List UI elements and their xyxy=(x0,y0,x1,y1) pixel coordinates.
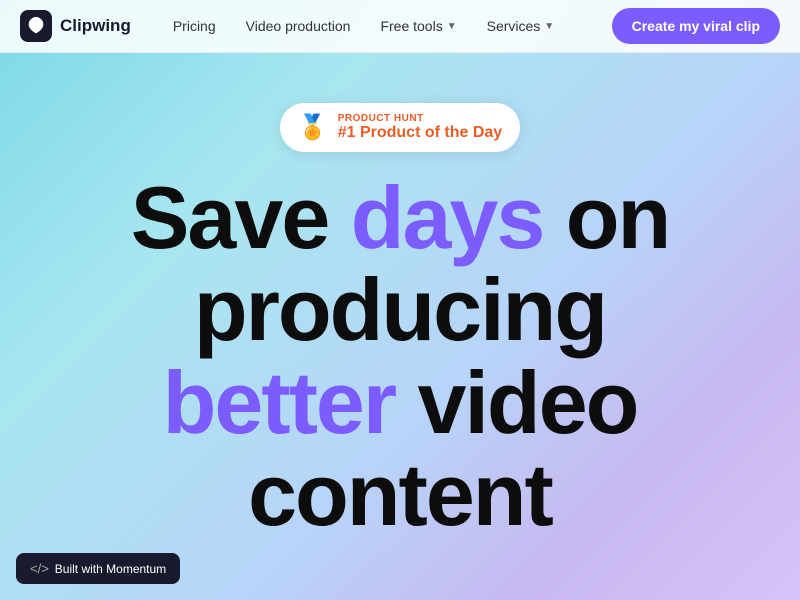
code-icon: </> xyxy=(30,561,49,576)
headline-video: video xyxy=(395,353,637,452)
medal-icon: 🏅 xyxy=(298,113,328,142)
nav-links: Pricing Video production Free tools ▼ Se… xyxy=(161,12,612,40)
nav-free-tools[interactable]: Free tools ▼ xyxy=(368,12,468,40)
headline-line-1: Save days on xyxy=(131,172,670,264)
nav-services[interactable]: Services ▼ xyxy=(475,12,567,40)
headline-line-3: better video xyxy=(131,357,670,449)
ph-title: #1 Product of the Day xyxy=(338,124,502,142)
logo-icon xyxy=(20,10,52,42)
ph-label: PRODUCT HUNT xyxy=(338,113,502,124)
built-with-badge: </> Built with Momentum xyxy=(16,553,180,584)
hero-headline: Save days on producing better video cont… xyxy=(111,172,690,542)
logo-name: Clipwing xyxy=(60,16,131,36)
headline-days: days xyxy=(351,168,544,267)
built-label: Built with Momentum xyxy=(55,562,166,576)
nav-pricing[interactable]: Pricing xyxy=(161,12,228,40)
cta-button[interactable]: Create my viral clip xyxy=(612,8,780,44)
navbar: Clipwing Pricing Video production Free t… xyxy=(0,0,800,53)
nav-video-production[interactable]: Video production xyxy=(234,12,363,40)
headline-save: Save xyxy=(131,168,351,267)
logo-area[interactable]: Clipwing xyxy=(20,10,131,42)
hero-section: 🏅 PRODUCT HUNT #1 Product of the Day Sav… xyxy=(0,0,800,600)
product-hunt-badge[interactable]: 🏅 PRODUCT HUNT #1 Product of the Day xyxy=(280,103,520,152)
chevron-down-icon: ▼ xyxy=(447,21,457,32)
headline-line-4: content xyxy=(131,449,670,541)
headline-better: better xyxy=(163,353,396,452)
chevron-down-icon: ▼ xyxy=(544,21,554,32)
headline-line-2: producing xyxy=(131,264,670,356)
ph-text: PRODUCT HUNT #1 Product of the Day xyxy=(338,113,502,142)
headline-on: on xyxy=(543,168,669,267)
